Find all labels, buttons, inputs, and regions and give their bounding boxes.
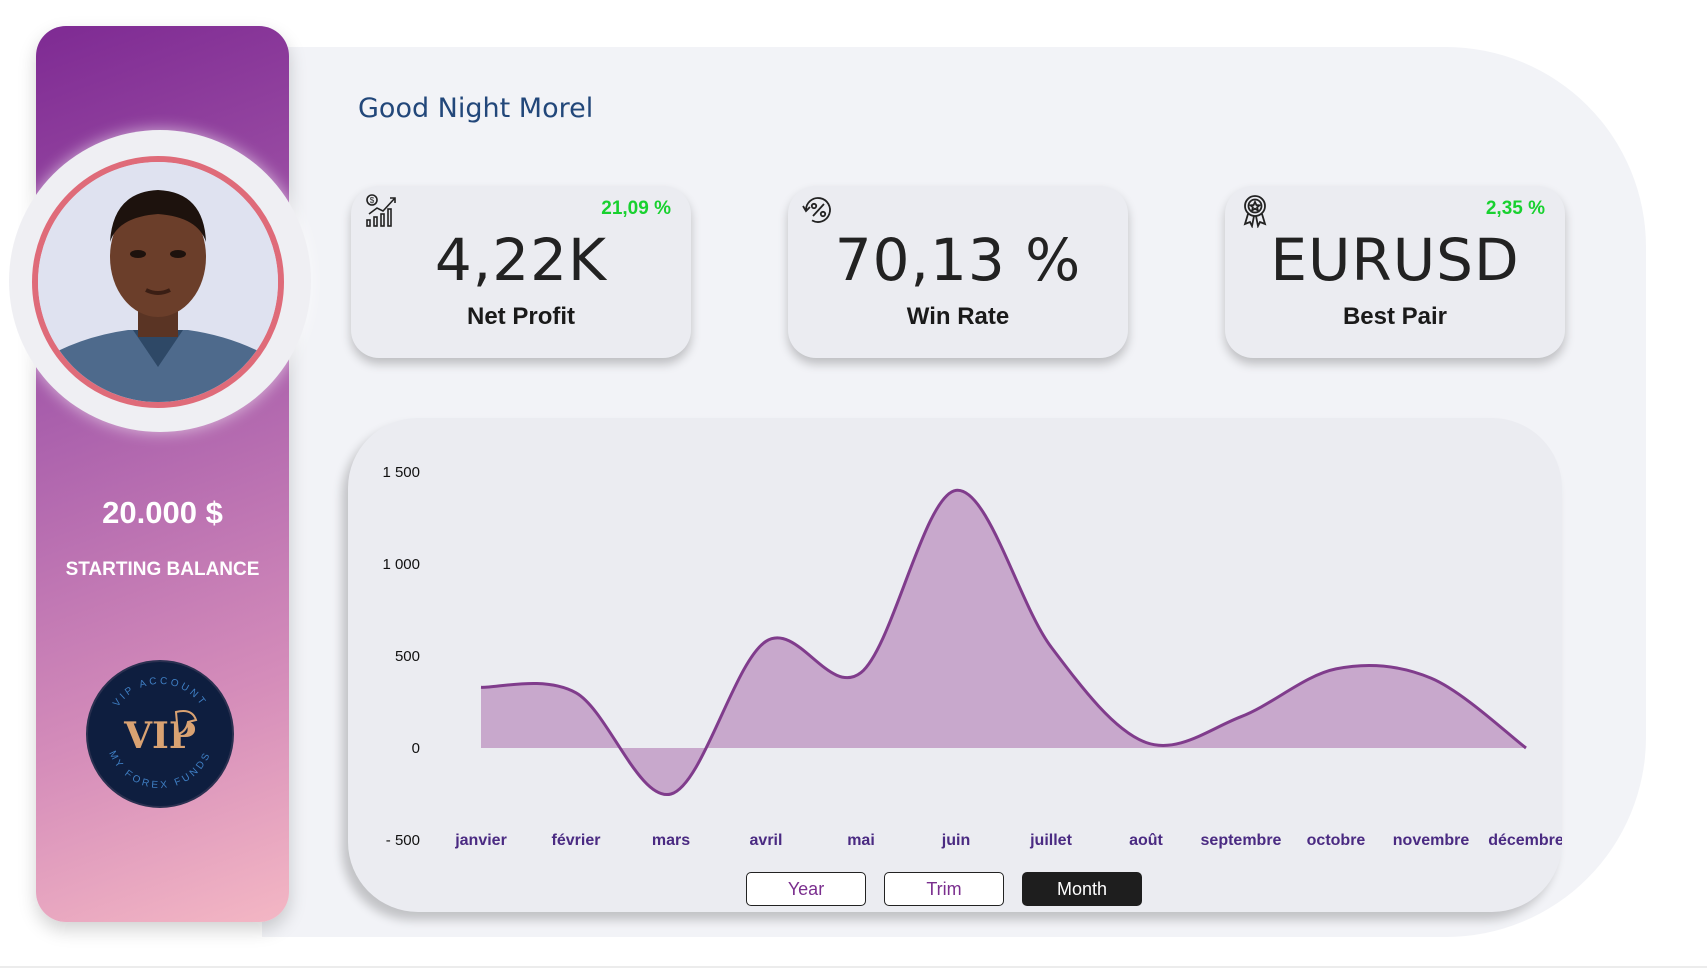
data-point-janvier[interactable] [476,682,486,692]
svg-text:VIP ACCOUNT: VIP ACCOUNT [111,676,209,709]
financial-growth-icon: $ [363,192,399,228]
greeting: Good Night Morel [358,93,594,124]
kpi-card-best-pair: 2,35 % EURUSD Best Pair [1225,186,1565,358]
net-profit-value: 4,22K [434,226,608,294]
net-profit-label: Net Profit [467,303,575,330]
y-tick-label: - 500 [386,832,420,849]
data-point-septembre[interactable] [1236,712,1246,722]
net-profit-change: 21,09 % [601,198,671,219]
badge-top-text: VIP ACCOUNT [111,676,206,709]
area-fill [481,490,1526,795]
data-point-mars[interactable] [666,789,676,799]
win-rate-label: Win Rate [906,303,1010,330]
filter-year-button[interactable]: Year [746,872,866,906]
profit-chart-card: 1 500 1 000 500 0 - 500 janvier février mars avr… [348,418,1562,912]
kpi-card-win-rate: 70,13 % Win Rate [788,186,1128,358]
x-tick-label: janvier [454,832,507,849]
kpi-card-net-profit: $ 21,09 % 4,22K Net Profit [351,186,691,358]
data-point-novembre[interactable] [1426,673,1436,683]
y-tick-label: 0 [412,740,420,757]
x-tick-label: mars [652,832,690,849]
data-point-juin[interactable] [951,485,961,495]
filter-trim-button[interactable]: Trim [884,872,1004,906]
x-tick-label: septembre [1201,832,1282,849]
starting-balance-value: 20.000 $ [102,495,223,530]
best-pair-change: 2,35 % [1485,198,1545,219]
best-pair-label: Best Pair [1342,303,1448,330]
y-tick-label: 1 500 [382,464,420,481]
x-tick-label: février [552,832,601,849]
x-tick-label: juillet [1029,832,1072,849]
profile-photo [38,162,278,402]
x-tick-label: avril [750,832,783,849]
percent-cycle-icon [800,192,836,228]
data-point-mai[interactable] [856,668,866,678]
best-pair-value: EURUSD [1270,226,1520,294]
svg-text:$: $ [370,196,375,205]
vip-account-badge: VIP ACCOUNT MY FOREX FUNDS VIP [86,660,234,808]
award-badge-icon [1237,192,1273,228]
x-tick-label: juin [941,832,970,849]
data-point-août[interactable] [1141,738,1151,748]
data-point-avril[interactable] [761,636,771,646]
x-tick-label: novembre [1393,832,1470,849]
bottom-divider [0,966,1707,968]
x-tick-label: octobre [1307,832,1366,849]
profit-area-chart: 1 500 1 000 500 0 - 500 janvier février mars avr… [382,464,1562,849]
x-tick-label: mai [847,832,875,849]
filter-month-button[interactable]: Month [1022,872,1142,906]
data-point-octobre[interactable] [1331,664,1341,674]
x-tick-label: décembre [1488,832,1562,849]
data-point-décembre[interactable] [1521,743,1531,753]
y-tick-label: 500 [395,648,420,665]
y-tick-label: 1 000 [382,556,420,573]
starting-balance-label: STARTING BALANCE [65,559,260,580]
win-rate-value: 70,13 % [834,226,1082,294]
data-point-juillet[interactable] [1046,642,1056,652]
avatar [32,156,284,408]
x-tick-label: août [1129,832,1163,849]
data-point-février[interactable] [571,688,581,698]
